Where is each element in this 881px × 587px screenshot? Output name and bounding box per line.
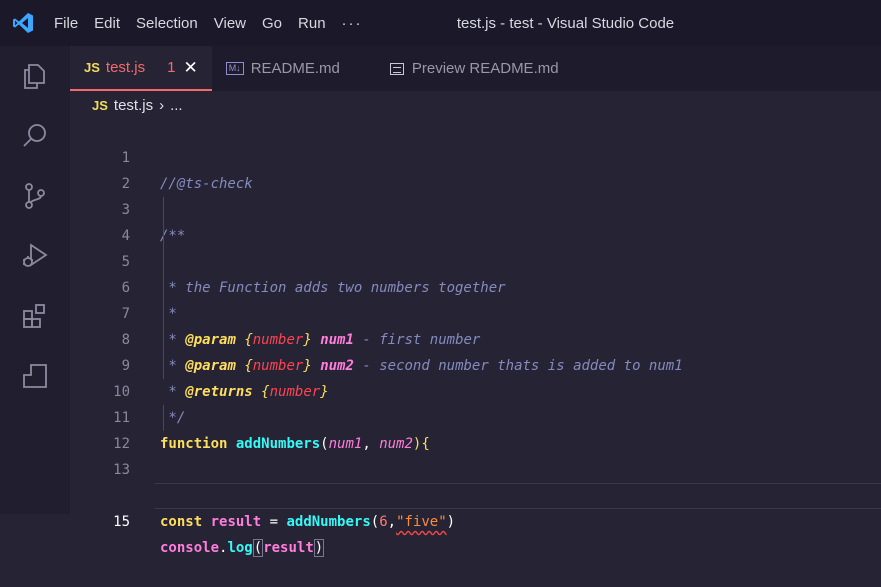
code-line: 9 */: [70, 327, 881, 426]
explorer-icon[interactable]: [0, 46, 70, 106]
title-bar: File Edit Selection View Go Run ··· test…: [0, 0, 881, 46]
code-bracket-highlight: ): [313, 539, 325, 557]
code-operator: =: [261, 514, 287, 530]
code-function-name: addNumbers: [286, 514, 371, 530]
tab-label: test.js: [105, 59, 146, 76]
code-object: console: [160, 540, 220, 556]
source-control-icon[interactable]: [0, 166, 70, 226]
code-line: 4 * the Function adds two numbers togeth…: [70, 197, 881, 296]
remote-explorer-icon[interactable]: [0, 346, 70, 406]
indent-guide: [163, 197, 164, 223]
line-number: 15: [113, 514, 130, 530]
code-line: 10: [70, 353, 881, 400]
line-content: console.log(result): [160, 535, 325, 561]
breadcrumb-symbol[interactable]: ...: [170, 97, 183, 114]
indent-guide: [163, 405, 164, 431]
window-title: test.js - test - Visual Studio Code: [456, 14, 675, 32]
tab-test-js[interactable]: JS test.js 1 ✕: [70, 46, 212, 91]
js-file-icon: JS: [84, 60, 100, 75]
code-string-error[interactable]: "five": [396, 514, 447, 530]
indent-guide: [163, 223, 164, 249]
preview-icon: [389, 62, 404, 75]
menu-selection[interactable]: Selection: [128, 0, 206, 46]
menu-run[interactable]: Run: [290, 0, 334, 46]
code-editor[interactable]: 1 //@ts-check 2 3 /** 4 * the Function a…: [70, 119, 881, 557]
code-line: 14 const result = addNumbers(6,"five"): [70, 457, 881, 530]
code-line: 2: [70, 145, 881, 192]
menu-edit[interactable]: Edit: [86, 0, 128, 46]
code-line: 7 * @param {number} num2 - second number…: [70, 275, 881, 374]
line-content: const result = addNumbers(6,"five"): [160, 509, 455, 535]
code-line: 13 }: [70, 431, 881, 504]
tab-problem-count: 1: [167, 59, 176, 76]
code-bracket-highlight: (: [252, 539, 264, 557]
code-variable: result: [210, 514, 262, 530]
tab-preview-readme[interactable]: Preview README.md: [354, 46, 573, 91]
indent-guide: [163, 327, 164, 353]
code-line: 11 function addNumbers(num1, num2){: [70, 379, 881, 452]
code-line: 5 *: [70, 223, 881, 322]
breadcrumb-file[interactable]: test.js: [114, 97, 153, 114]
code-line: 1 //@ts-check: [70, 119, 881, 192]
code-keyword: const: [160, 514, 203, 530]
code-line: 6 * @param {number} num1 - first number: [70, 249, 881, 348]
code-method: log: [227, 540, 253, 556]
code-line: 3 /**: [70, 171, 881, 244]
search-icon[interactable]: [0, 106, 70, 166]
tab-readme[interactable]: M↓ README.md: [212, 46, 354, 91]
code-variable: result: [263, 540, 314, 556]
indent-guide: [163, 275, 164, 301]
close-icon[interactable]: ✕: [183, 58, 197, 78]
menu-view[interactable]: View: [206, 0, 254, 46]
breadcrumb: JS test.js › ...: [70, 91, 183, 119]
indent-guide: [163, 301, 164, 327]
vscode-logo-icon[interactable]: [0, 0, 46, 46]
js-file-icon: JS: [92, 97, 108, 113]
extensions-icon[interactable]: [0, 286, 70, 346]
code-line: 8 * @returns {number}: [70, 301, 881, 400]
code-punctuation: ,: [387, 514, 397, 530]
activity-bar: [0, 46, 70, 514]
code-punctuation: ): [446, 514, 456, 530]
code-line-current: 15 console.log(result): [70, 483, 881, 557]
code-punctuation: .: [219, 540, 228, 556]
markdown-file-icon: M↓: [225, 62, 244, 75]
menu-more[interactable]: ···: [334, 0, 371, 46]
code-line: 12 return num1 + num2: [70, 405, 881, 504]
code-number: 6: [379, 514, 388, 530]
indent-guide: [163, 353, 164, 379]
indent-guide: [163, 249, 164, 275]
tab-label: README.md: [250, 60, 340, 77]
menu-go[interactable]: Go: [254, 0, 290, 46]
run-debug-icon[interactable]: [0, 226, 70, 286]
tab-label: Preview README.md: [411, 60, 559, 77]
chevron-right-icon: ›: [159, 96, 165, 114]
editor-tab-bar: JS test.js 1 ✕ M↓ README.md Preview READ…: [70, 46, 881, 91]
code-punctuation: (: [370, 514, 380, 530]
menu-file[interactable]: File: [46, 0, 86, 46]
